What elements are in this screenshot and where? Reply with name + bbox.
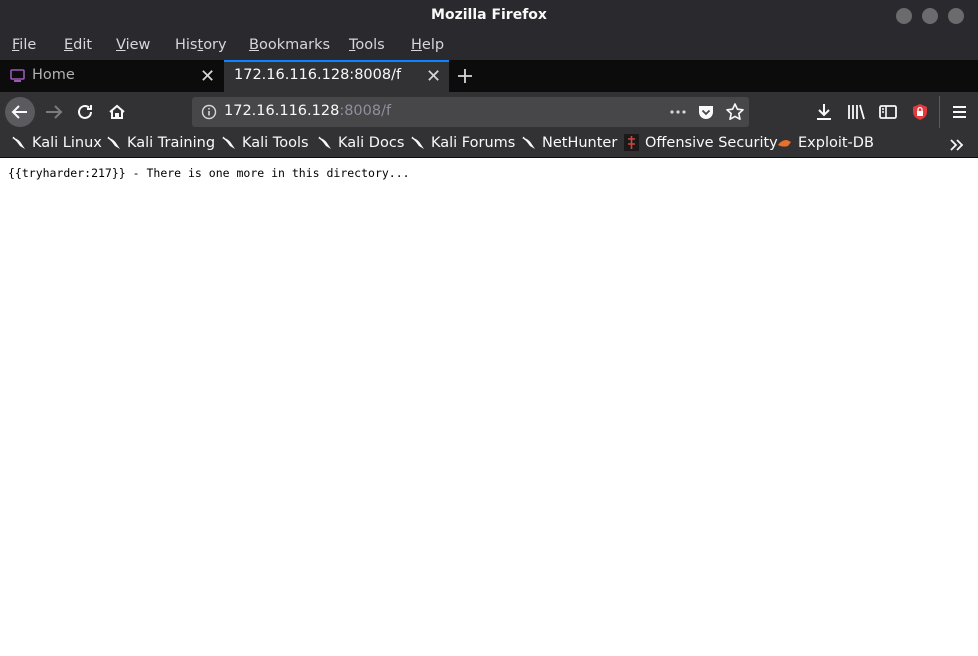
- home-tab-favicon-icon: [10, 69, 25, 82]
- bookmark-label: NetHunter: [542, 134, 618, 151]
- bookmarks-toolbar: Kali Linux Kali Training Kali Tools Kali…: [0, 132, 978, 158]
- extension-icon[interactable]: [906, 98, 934, 126]
- close-window-button[interactable]: [948, 8, 964, 24]
- bookmark-label: Kali Docs: [338, 134, 405, 151]
- bookmark-label: Exploit-DB: [798, 134, 874, 151]
- sidebar-icon[interactable]: [874, 98, 902, 126]
- menu-view[interactable]: View: [116, 37, 150, 53]
- tab-home[interactable]: Home ✕: [0, 60, 224, 92]
- new-tab-plus-icon[interactable]: [456, 67, 474, 85]
- menu-tools[interactable]: Tools: [349, 37, 385, 53]
- menu-help[interactable]: Help: [411, 37, 444, 53]
- info-icon[interactable]: [201, 104, 217, 120]
- bookmark-label: Kali Tools: [242, 134, 309, 151]
- bookmark-label: Offensive Security: [645, 134, 778, 151]
- kali-dragon-icon: [12, 136, 25, 149]
- kali-dragon-icon: [411, 136, 424, 149]
- minimize-button[interactable]: [896, 8, 912, 24]
- menu-edit[interactable]: Edit: [64, 37, 92, 53]
- back-button[interactable]: [5, 97, 35, 127]
- url-text[interactable]: 172.16.116.128:8008/f: [224, 103, 391, 119]
- menu-history[interactable]: History: [175, 37, 227, 53]
- overflow-chevron-icon[interactable]: [948, 136, 966, 154]
- bookmark-label: Kali Forums: [431, 134, 516, 151]
- window-title: Mozilla Firefox: [431, 7, 547, 23]
- navigation-toolbar: 172.16.116.128:8008/f: [0, 92, 978, 132]
- menu-bookmarks[interactable]: Bookmarks: [249, 37, 330, 53]
- pocket-icon[interactable]: [697, 103, 715, 121]
- bookmark-exploit-db[interactable]: Exploit-DB: [776, 134, 874, 151]
- bookmark-label: Kali Linux: [32, 134, 102, 151]
- kali-dragon-icon: [318, 136, 331, 149]
- hamburger-menu-icon[interactable]: [945, 98, 973, 126]
- close-icon[interactable]: ✕: [200, 66, 215, 87]
- more-dots-icon[interactable]: [669, 103, 687, 121]
- bookmark-kali-tools[interactable]: Kali Tools: [220, 134, 309, 151]
- download-icon[interactable]: [810, 98, 838, 126]
- menu-file[interactable]: File: [12, 37, 36, 53]
- tab-strip: Home ✕ 172.16.116.128:8008/f ✕: [0, 60, 978, 92]
- kali-dragon-icon: [222, 136, 235, 149]
- exploitdb-icon: [778, 140, 791, 147]
- home-icon[interactable]: [103, 98, 131, 126]
- kali-dragon-icon: [107, 136, 120, 149]
- maximize-button[interactable]: [922, 8, 938, 24]
- toolbar-divider: [939, 96, 940, 128]
- bookmark-nethunter[interactable]: NetHunter: [520, 134, 617, 151]
- tab-active[interactable]: 172.16.116.128:8008/f ✕: [224, 60, 449, 92]
- reload-icon[interactable]: [71, 98, 99, 126]
- window-titlebar: Mozilla Firefox: [0, 0, 978, 32]
- tab-label: Home: [32, 67, 75, 83]
- bookmark-kali-forums[interactable]: Kali Forums: [409, 134, 515, 151]
- forward-arrow-icon[interactable]: [40, 98, 68, 126]
- back-arrow-icon: [11, 105, 27, 119]
- close-icon[interactable]: ✕: [426, 66, 441, 87]
- bookmark-kali-linux[interactable]: Kali Linux: [10, 134, 102, 151]
- bookmark-kali-docs[interactable]: Kali Docs: [316, 134, 404, 151]
- page-text: {{tryharder:217}} - There is one more in…: [8, 166, 410, 180]
- url-path: :8008/f: [339, 103, 392, 119]
- url-host: 172.16.116.128: [224, 103, 340, 119]
- page-content: {{tryharder:217}} - There is one more in…: [0, 158, 978, 656]
- bookmark-kali-training[interactable]: Kali Training: [105, 134, 215, 151]
- menu-bar: File Edit View History Bookmarks Tools Help: [0, 32, 978, 60]
- star-icon[interactable]: [725, 102, 745, 122]
- bookmark-offensive-security[interactable]: Offensive Security: [623, 134, 778, 151]
- library-icon[interactable]: [842, 98, 870, 126]
- tab-label: 172.16.116.128:8008/f: [234, 67, 402, 83]
- bookmark-label: Kali Training: [127, 134, 216, 151]
- kali-dragon-icon: [522, 136, 535, 149]
- address-bar[interactable]: 172.16.116.128:8008/f: [192, 97, 749, 127]
- offsec-icon: [624, 134, 639, 151]
